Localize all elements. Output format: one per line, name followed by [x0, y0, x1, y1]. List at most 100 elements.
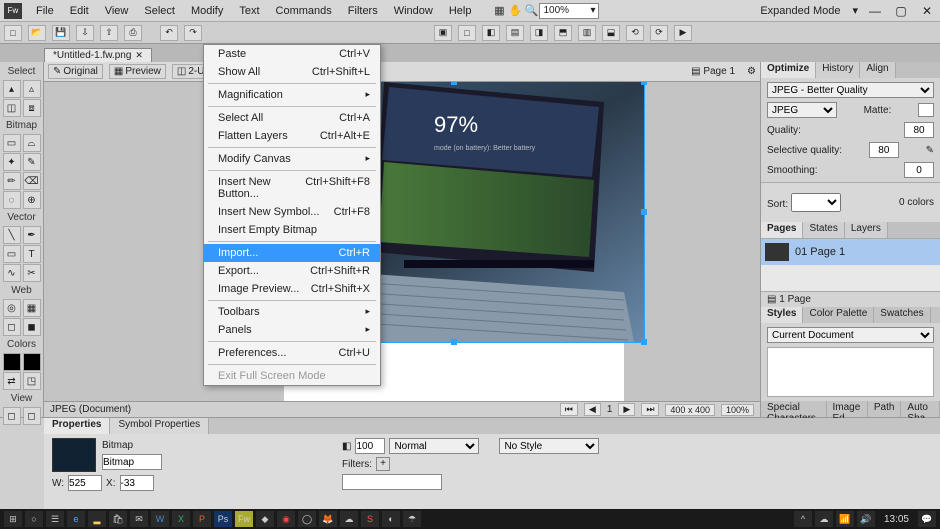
- app6-icon[interactable]: ☂: [403, 511, 421, 527]
- zoom-icon[interactable]: 🔍: [523, 3, 539, 19]
- cm-panels[interactable]: Panels: [204, 321, 380, 339]
- tab-layers[interactable]: Layers: [845, 222, 888, 238]
- x-input[interactable]: [120, 475, 154, 491]
- mail-icon[interactable]: ✉: [130, 511, 148, 527]
- align-bot-icon[interactable]: ⬓: [602, 25, 620, 41]
- menu-file[interactable]: File: [28, 3, 62, 19]
- text-tool[interactable]: T: [23, 245, 41, 263]
- open-icon[interactable]: 📂: [28, 25, 46, 41]
- menu-commands[interactable]: Commands: [268, 3, 340, 19]
- tab-color-palette[interactable]: Color Palette: [803, 307, 874, 323]
- cm-export[interactable]: Export...Ctrl+Shift+R: [204, 262, 380, 280]
- status-dims[interactable]: 400 x 400: [665, 404, 715, 416]
- maximize-button[interactable]: ▢: [892, 4, 910, 18]
- selq-input[interactable]: [869, 142, 899, 158]
- hotspot-tool[interactable]: ◎: [3, 299, 21, 317]
- align-right-icon[interactable]: ◨: [530, 25, 548, 41]
- subselect-tool[interactable]: ▵: [23, 80, 41, 98]
- mode-chevron-icon[interactable]: ▾: [852, 4, 858, 17]
- marquee-tool[interactable]: ▭: [3, 134, 21, 152]
- taskview-icon[interactable]: ☰: [46, 511, 64, 527]
- object-name-input[interactable]: [102, 454, 162, 470]
- view-original[interactable]: ✎Original: [48, 64, 103, 79]
- group-icon[interactable]: ▣: [434, 25, 452, 41]
- play-icon[interactable]: ▶: [674, 25, 692, 41]
- cm-magnification[interactable]: Magnification: [204, 86, 380, 104]
- align-center-icon[interactable]: ▤: [506, 25, 524, 41]
- export-icon[interactable]: ⇧: [100, 25, 118, 41]
- import-icon[interactable]: ⇩: [76, 25, 94, 41]
- matte-swatch[interactable]: [918, 103, 934, 117]
- filter-list[interactable]: [342, 474, 442, 490]
- chrome-icon[interactable]: ◯: [298, 511, 316, 527]
- styles-list[interactable]: [767, 347, 934, 397]
- workspace-mode[interactable]: Expanded Mode: [760, 5, 840, 17]
- menu-help[interactable]: Help: [441, 3, 480, 19]
- hide-tool[interactable]: ◻: [3, 318, 21, 336]
- rect-tool[interactable]: ▭: [3, 245, 21, 263]
- minimize-button[interactable]: —: [866, 4, 884, 18]
- app4-icon[interactable]: S: [361, 511, 379, 527]
- document-tab[interactable]: *Untitled-1.fw.png ✕: [44, 48, 152, 62]
- brush-tool[interactable]: ✎: [23, 153, 41, 171]
- freeform-tool[interactable]: ∿: [3, 264, 21, 282]
- menu-window[interactable]: Window: [386, 3, 441, 19]
- tab-styles[interactable]: Styles: [761, 307, 803, 323]
- new-icon[interactable]: □: [4, 25, 22, 41]
- stroke-color[interactable]: [3, 353, 21, 371]
- tab-image-ed[interactable]: Image Ed.: [827, 401, 868, 417]
- tab-pages[interactable]: Pages: [761, 222, 803, 238]
- hand-icon[interactable]: ✋: [507, 3, 523, 19]
- tray-notif-icon[interactable]: 💬: [918, 511, 936, 527]
- store-icon[interactable]: 🛍: [109, 511, 127, 527]
- tray-cloud-icon[interactable]: ☁: [815, 511, 833, 527]
- page-indicator[interactable]: ▤ Page 1: [685, 65, 741, 78]
- format-select[interactable]: JPEG: [767, 102, 837, 118]
- tab-properties[interactable]: Properties: [44, 418, 110, 434]
- menu-edit[interactable]: Edit: [62, 3, 97, 19]
- layout-icon[interactable]: ▦: [491, 3, 507, 19]
- cm-modify-canvas[interactable]: Modify Canvas: [204, 150, 380, 168]
- edge-icon[interactable]: e: [67, 511, 85, 527]
- smooth-input[interactable]: [904, 162, 934, 178]
- tab-history[interactable]: History: [816, 62, 860, 78]
- tab-swatches[interactable]: Swatches: [874, 307, 930, 323]
- page-item[interactable]: 01 Page 1: [761, 239, 940, 265]
- excel-icon[interactable]: X: [172, 511, 190, 527]
- tray-up-icon[interactable]: ^: [794, 511, 812, 527]
- app5-icon[interactable]: ◐: [382, 511, 400, 527]
- cm-show-all[interactable]: Show AllCtrl+Shift+L: [204, 63, 380, 81]
- pointer-tool[interactable]: ▴: [3, 80, 21, 98]
- firefox-icon[interactable]: 🦊: [319, 511, 337, 527]
- redo-icon[interactable]: ↷: [184, 25, 202, 41]
- nav-prev-icon[interactable]: ◀: [584, 403, 601, 416]
- default-colors-icon[interactable]: ◳: [23, 372, 41, 390]
- cm-import[interactable]: Import...Ctrl+R: [204, 244, 380, 262]
- app3-icon[interactable]: ☁: [340, 511, 358, 527]
- ungroup-icon[interactable]: □: [458, 25, 476, 41]
- fw-icon[interactable]: Fw: [235, 511, 253, 527]
- show-tool[interactable]: ◼: [23, 318, 41, 336]
- lasso-tool[interactable]: ⌓: [23, 134, 41, 152]
- knife-tool[interactable]: ✂: [23, 264, 41, 282]
- nav-next-icon[interactable]: ▶: [618, 403, 635, 416]
- menu-view[interactable]: View: [97, 3, 137, 19]
- line-tool[interactable]: ╲: [3, 226, 21, 244]
- opacity-input[interactable]: [355, 438, 385, 454]
- align-top-icon[interactable]: ⬒: [554, 25, 572, 41]
- menu-modify[interactable]: Modify: [183, 3, 231, 19]
- tab-auto-shape[interactable]: Auto Sha: [901, 401, 940, 417]
- crop-tool[interactable]: ⧈: [23, 99, 41, 117]
- cm-insert-button[interactable]: Insert New Button...Ctrl+Shift+F8: [204, 173, 380, 203]
- tab-symbol-properties[interactable]: Symbol Properties: [110, 418, 209, 434]
- cm-select-all[interactable]: Select AllCtrl+A: [204, 109, 380, 127]
- tab-align[interactable]: Align: [860, 62, 895, 78]
- align-left-icon[interactable]: ◧: [482, 25, 500, 41]
- close-button[interactable]: ✕: [918, 4, 936, 18]
- fill-color[interactable]: [23, 353, 41, 371]
- blend-select[interactable]: Normal: [389, 438, 479, 454]
- word-icon[interactable]: W: [151, 511, 169, 527]
- nav-last-icon[interactable]: ⏭: [641, 403, 659, 416]
- menu-text[interactable]: Text: [231, 3, 267, 19]
- status-zoom[interactable]: 100%: [721, 404, 754, 416]
